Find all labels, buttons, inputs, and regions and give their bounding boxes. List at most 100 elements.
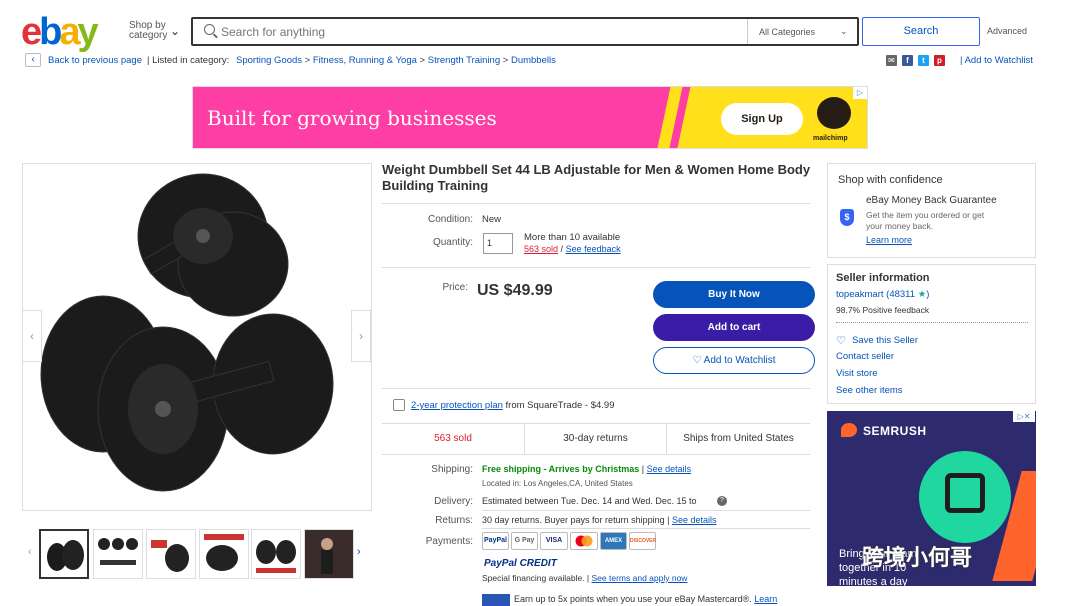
- email-share-icon[interactable]: ✉: [886, 55, 897, 66]
- protection-plan-link[interactable]: 2-year protection plan: [411, 400, 503, 411]
- shipping-value: Free shipping - Arrives by Christmas: [482, 464, 640, 474]
- add-to-watchlist-link[interactable]: | Add to Watchlist: [960, 55, 1033, 66]
- pinterest-share-icon[interactable]: p: [934, 55, 945, 66]
- confidence-title: Shop with confidence: [838, 174, 943, 186]
- quantity-label: Quantity:: [432, 237, 473, 248]
- google-pay-icon: G Pay: [511, 532, 538, 550]
- mastercard-logo: [575, 535, 593, 547]
- thumb-prev-button[interactable]: ‹: [28, 546, 32, 558]
- seller-info-title: Seller information: [836, 272, 930, 284]
- thumb-next-button[interactable]: ›: [357, 546, 361, 558]
- divider: [382, 388, 810, 389]
- save-seller-link[interactable]: Save this Seller: [852, 335, 918, 346]
- strip-sold: 563 sold: [382, 424, 525, 454]
- price-value: US $49.99: [477, 282, 553, 299]
- quantity-input[interactable]: 1: [483, 233, 513, 254]
- search-button[interactable]: Search: [862, 17, 980, 46]
- breadcrumb-item[interactable]: Dumbbells: [511, 55, 556, 66]
- breadcrumb-item[interactable]: Sporting Goods: [236, 55, 302, 66]
- thumbnail[interactable]: [304, 529, 354, 579]
- thumbnail[interactable]: [93, 529, 143, 579]
- thumbnail-image: [47, 540, 84, 571]
- strip-returns: 30-day returns: [525, 424, 667, 454]
- info-icon[interactable]: ?: [717, 496, 727, 506]
- thumbnail-image: [98, 538, 138, 565]
- chevron-down-icon: ⌄: [840, 26, 848, 36]
- divider: [747, 19, 748, 44]
- add-to-watchlist-button[interactable]: ♡ Add to Watchlist: [653, 347, 815, 374]
- watermark-text: 跨境小何哥: [862, 545, 973, 570]
- positive-feedback: 98.7% Positive feedback: [836, 305, 930, 315]
- search-placeholder: Search for anything: [221, 25, 326, 39]
- gallery-next-button[interactable]: ›: [351, 310, 371, 362]
- ad-choices-icon[interactable]: ▷✕: [1013, 411, 1035, 422]
- buy-it-now-button[interactable]: Buy It Now: [653, 281, 815, 308]
- product-title: Weight Dumbbell Set 44 LB Adjustable for…: [382, 162, 811, 193]
- see-terms-link[interactable]: See terms and apply now: [592, 573, 688, 583]
- shop-by-category[interactable]: Shop by category: [129, 21, 167, 41]
- heart-icon: ♡: [836, 335, 846, 347]
- condition-label: Condition:: [427, 214, 473, 225]
- delivery-value: Estimated between Tue. Dec. 14 and Wed. …: [482, 496, 697, 506]
- gallery-prev-button[interactable]: ‹: [22, 310, 42, 362]
- visit-store-link[interactable]: Visit store: [836, 368, 878, 379]
- mailchimp-ad-banner[interactable]: Built for growing businesses Sign Up mai…: [192, 86, 868, 149]
- divider: [382, 203, 810, 204]
- ad-headline: Built for growing businesses: [207, 106, 497, 130]
- product-main-image[interactable]: [22, 163, 372, 511]
- back-link[interactable]: Back to previous page: [48, 55, 142, 66]
- returns-see-details-link[interactable]: See details: [672, 515, 717, 525]
- thumbnail[interactable]: [39, 529, 89, 579]
- contact-seller-link[interactable]: Contact seller: [836, 351, 894, 362]
- protection-plan-text: 2-year protection plan from SquareTrade …: [411, 400, 615, 411]
- feedback-score[interactable]: (48311: [886, 289, 915, 300]
- ad-choices-icon[interactable]: ▷: [853, 87, 867, 99]
- delivery-label: Delivery:: [434, 496, 473, 507]
- seller-name-link[interactable]: topeakmart: [836, 289, 884, 300]
- divider: [482, 528, 810, 529]
- back-arrow-icon[interactable]: ‹: [25, 53, 41, 67]
- condition-value: New: [482, 214, 502, 225]
- shipping-label: Shipping:: [431, 464, 473, 475]
- price-label: Price:: [442, 282, 468, 293]
- semrush-fire-icon: [841, 423, 857, 437]
- thumbnail-image: [305, 530, 353, 578]
- ebay-logo[interactable]: ebay: [21, 12, 99, 52]
- shipping-see-details-link[interactable]: See details: [647, 464, 692, 474]
- discover-icon: DISCOVER: [629, 532, 656, 550]
- thumbnail[interactable]: [146, 529, 196, 579]
- advanced-search-link[interactable]: Advanced: [987, 26, 1027, 36]
- category-select[interactable]: All Categories: [759, 27, 815, 37]
- facebook-share-icon[interactable]: f: [902, 55, 913, 66]
- ad-signup-button[interactable]: Sign Up: [721, 103, 803, 135]
- chevron-down-icon[interactable]: ⌄: [170, 24, 180, 38]
- learn-more-link[interactable]: Learn more: [866, 235, 912, 245]
- protection-plan-checkbox[interactable]: [393, 399, 405, 411]
- sold-count-link[interactable]: 563 sold: [524, 244, 558, 254]
- strip-ships-from: Ships from United States: [683, 433, 794, 444]
- mastercard-icon: [570, 532, 598, 550]
- availability-text: More than 10 available: [524, 232, 621, 243]
- thumbnail[interactable]: [199, 529, 249, 579]
- guarantee-description: Get the item you ordered or get your mon…: [866, 210, 985, 231]
- see-other-items-link[interactable]: See other items: [836, 385, 903, 396]
- divider: [382, 267, 810, 268]
- ebay-mastercard-icon: [482, 594, 510, 606]
- learn-link[interactable]: Learn: [754, 594, 777, 604]
- see-feedback-link[interactable]: See feedback: [566, 244, 621, 254]
- item-highlights-strip: 563 sold 30-day returns Ships from Unite…: [382, 423, 810, 455]
- twitter-share-icon[interactable]: t: [918, 55, 929, 66]
- thumbnail-image: [151, 540, 189, 572]
- add-to-cart-button[interactable]: Add to cart: [653, 314, 815, 341]
- dumbbell-image: [40, 173, 334, 492]
- returns-label: Returns:: [435, 515, 473, 526]
- amex-icon: AMEX: [600, 532, 627, 550]
- payments-label: Payments:: [425, 536, 473, 547]
- breadcrumb-item[interactable]: Fitness, Running & Yoga: [313, 55, 417, 66]
- breadcrumb: Sporting Goods > Fitness, Running & Yoga…: [236, 55, 556, 66]
- seller-information-box: [827, 264, 1036, 404]
- mastercard-promo: Earn up to 5x points when you use your e…: [514, 594, 778, 604]
- thumbnail[interactable]: [251, 529, 301, 579]
- search-icon: [204, 24, 215, 35]
- breadcrumb-item[interactable]: Strength Training: [428, 55, 500, 66]
